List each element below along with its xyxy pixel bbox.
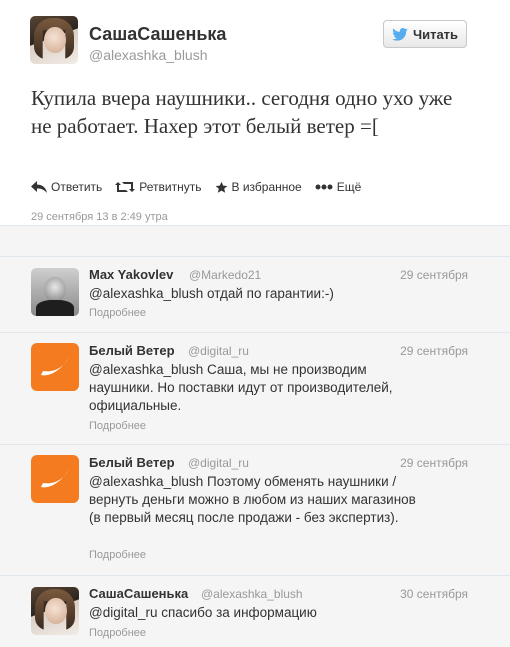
reply-display-name[interactable]: Белый Ветер <box>89 455 175 470</box>
author-avatar[interactable] <box>30 16 78 64</box>
author-display-name[interactable]: СашаСашенька <box>89 24 226 45</box>
reply-avatar[interactable] <box>31 343 79 391</box>
twitter-bird-icon <box>392 27 408 41</box>
reply-avatar[interactable] <box>31 587 79 635</box>
reply-username[interactable]: @digital_ru <box>188 344 249 358</box>
reply-details-link[interactable]: Подробнее <box>89 420 146 432</box>
more-label: Ещё <box>336 180 362 194</box>
follow-button[interactable]: Читать <box>383 20 467 48</box>
tweet-text: Купила вчера наушники.. сегодня одно ухо… <box>31 86 453 138</box>
author-username[interactable]: @alexashka_blush <box>89 47 208 63</box>
reply-label: Ответить <box>51 180 103 194</box>
reply-username[interactable]: @Markedo21 <box>189 268 261 282</box>
brand-logo-icon <box>41 469 69 488</box>
reply-tweet[interactable]: Белый Ветер @digital_ru 29 сентября @ale… <box>0 445 510 576</box>
retweet-icon <box>115 182 136 192</box>
reply-display-name[interactable]: Max Yakovlev <box>89 267 173 282</box>
follow-label: Читать <box>412 26 459 42</box>
reply-tweet[interactable]: Белый Ветер @digital_ru 29 сентября @ale… <box>0 333 510 445</box>
brand-logo-icon <box>41 357 69 376</box>
retweet-button[interactable]: Ретвитнуть <box>115 180 202 194</box>
reply-avatar[interactable] <box>31 455 79 503</box>
reply-text: @alexashka_blush Саша, мы не производим … <box>89 362 393 413</box>
tweet-actions: Ответить Ретвитнуть В избранное Ещё <box>31 178 374 196</box>
reply-button[interactable]: Ответить <box>31 180 102 194</box>
replies-divider <box>0 225 510 257</box>
tweet-timestamp[interactable]: 29 сентября 13 в 2:49 утра <box>31 211 168 223</box>
reply-details-link[interactable]: Подробнее <box>89 549 146 561</box>
reply-tweet[interactable]: СашаСашенька @alexashka_blush 30 сентябр… <box>0 576 510 647</box>
favorite-label: В избранное <box>231 180 302 194</box>
reply-username[interactable]: @digital_ru <box>188 456 249 470</box>
retweet-label: Ретвитнуть <box>139 180 202 194</box>
more-button[interactable]: Ещё <box>315 180 362 194</box>
reply-details-link[interactable]: Подробнее <box>89 307 146 319</box>
reply-time[interactable]: 29 сентября <box>400 344 468 358</box>
reply-avatar[interactable] <box>31 268 79 316</box>
reply-details-link[interactable]: Подробнее <box>89 627 146 639</box>
reply-display-name[interactable]: СашаСашенька <box>89 586 188 601</box>
reply-tweet[interactable]: Max Yakovlev @Markedo21 29 сентября @ale… <box>0 257 510 333</box>
favorite-button[interactable]: В избранное <box>215 180 302 194</box>
main-tweet: СашаСашенька @alexashka_blush Читать Куп… <box>0 0 510 225</box>
reply-text: @digital_ru спасибо за информацию <box>89 605 317 620</box>
reply-display-name[interactable]: Белый Ветер <box>89 343 175 358</box>
reply-time[interactable]: 30 сентября <box>400 587 468 601</box>
reply-time[interactable]: 29 сентября <box>400 268 468 282</box>
more-dots-icon <box>315 184 333 190</box>
reply-text: @alexashka_blush Поэтому обменять наушни… <box>89 474 416 525</box>
reply-username[interactable]: @alexashka_blush <box>201 587 303 601</box>
reply-arrow-icon <box>31 181 47 193</box>
star-icon <box>215 181 227 193</box>
reply-time[interactable]: 29 сентября <box>400 456 468 470</box>
reply-text: @alexashka_blush отдай по гарантии:-) <box>89 286 334 301</box>
